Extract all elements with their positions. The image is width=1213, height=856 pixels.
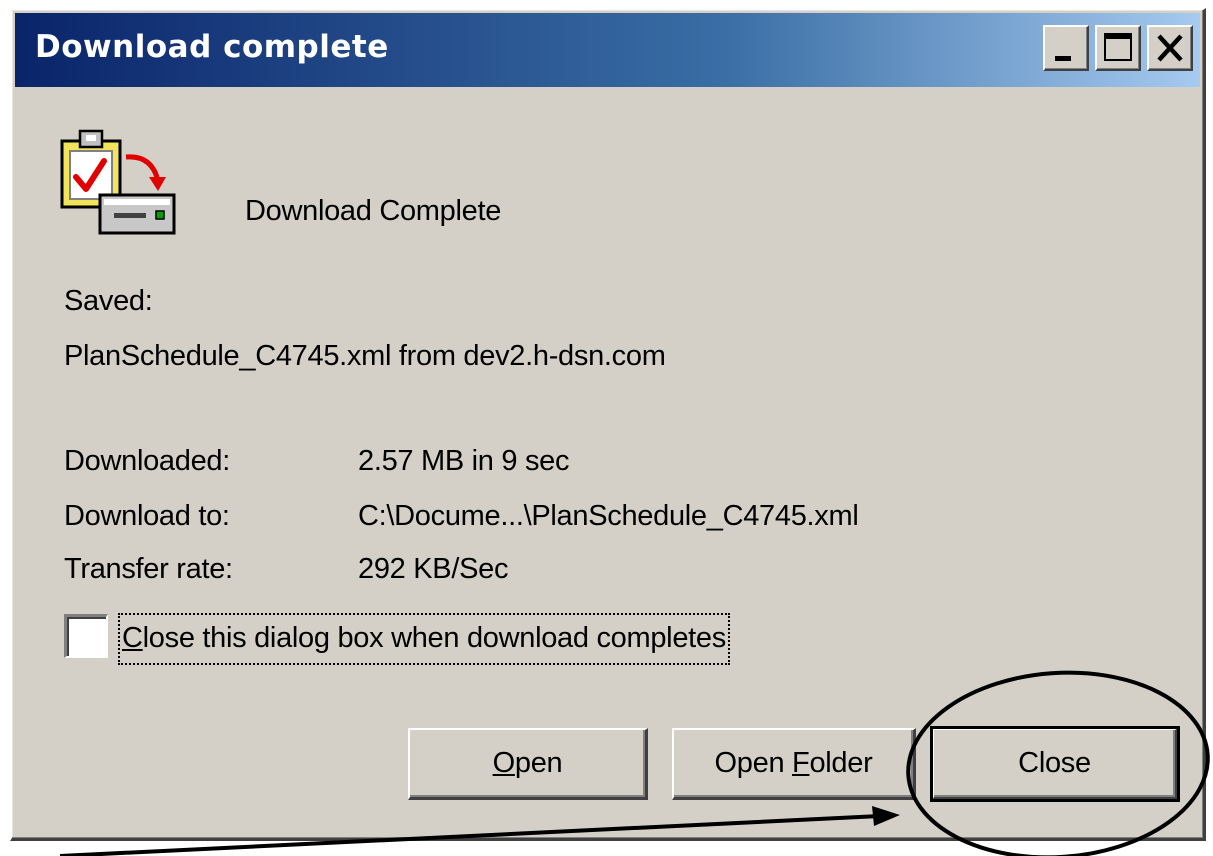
close-on-complete-checkbox[interactable] [64,614,108,658]
open-folder-prefix: Open [714,747,793,779]
close-window-button[interactable] [1147,25,1193,71]
screenshot-canvas: Download complete Download Complete Save… [0,0,1213,856]
download-complete-heading: Download Complete [245,195,502,227]
open-folder-label: older [809,747,873,779]
minimize-button[interactable] [1043,25,1089,71]
saved-label: Saved: [64,285,153,317]
checkbox-mnemonic: C [122,622,143,654]
downloaded-label: Downloaded: [64,445,230,477]
close-button[interactable]: Close [930,726,1180,802]
transfer-rate-label: Transfer rate: [64,553,233,585]
open-button-mnemonic: O [492,747,516,779]
saved-file-text: PlanSchedule_C4745.xml from dev2.h-dsn.c… [64,340,666,372]
open-button[interactable]: Open [408,728,648,800]
close-icon [1157,34,1183,62]
download-to-label: Download to: [64,500,230,532]
close-on-complete-label[interactable]: Close this dialog box when download comp… [118,613,730,665]
checkbox-label-rest: lose this dialog box when download compl… [142,622,727,654]
open-button-label: pen [514,747,563,779]
open-folder-button[interactable]: Open Folder [672,728,916,800]
open-folder-mnemonic: F [792,747,810,779]
download-complete-icon [60,129,176,235]
minimize-icon [1055,56,1071,61]
title-bar[interactable]: Download complete [15,13,1200,87]
download-complete-dialog: Download complete Download Complete Save… [10,8,1206,841]
maximize-icon [1104,33,1132,61]
download-to-value: C:\Docume...\PlanSchedule_C4745.xml [358,500,859,532]
maximize-button[interactable] [1095,25,1141,71]
window-title: Download complete [35,29,389,65]
downloaded-value: 2.57 MB in 9 sec [358,445,570,477]
transfer-rate-value: 292 KB/Sec [358,553,509,585]
